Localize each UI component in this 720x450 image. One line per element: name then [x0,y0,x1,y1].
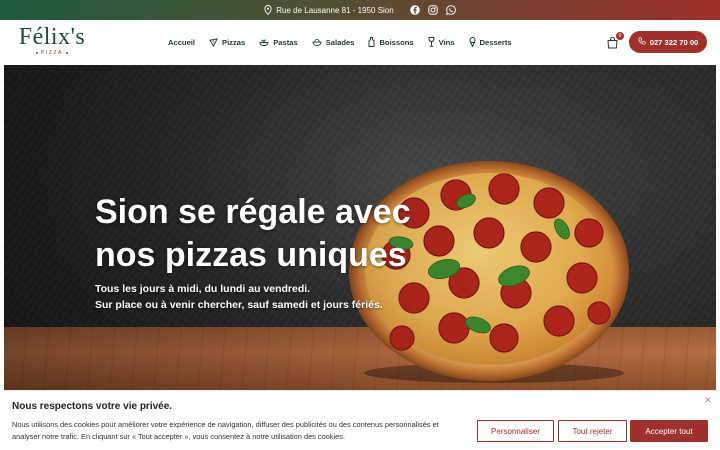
logo[interactable]: Félix's PIZZA [12,24,92,60]
close-icon[interactable]: ✕ [704,395,712,406]
instagram-icon[interactable] [428,5,438,15]
ice-cream-icon [469,37,476,47]
facebook-icon[interactable] [409,5,420,15]
customize-button[interactable]: Personnaliser [477,420,554,442]
hero-title-line: Sion se régale avec [95,193,411,231]
phone-label: 027 322 70 00 [649,37,699,47]
address[interactable]: Rue de Lausanne 81 - 1950 Sion [264,5,394,15]
nav-label: Salades [325,37,355,47]
phone-button[interactable]: 027 322 70 00 [629,31,707,53]
nav-item-vins[interactable]: Vins [428,37,455,47]
hero-subtitle-line: Sur place ou à venir chercher, sauf same… [95,299,383,311]
pasta-icon [259,38,269,47]
bottle-icon [368,37,375,47]
hero-banner: Sion se régale avec nos pizzas uniques T… [4,65,716,390]
nav-item-pizzas[interactable]: Pizzas [209,38,245,47]
nav-item-accueil[interactable]: Accueil [168,38,195,47]
nav-label: Accueil [168,37,196,47]
cookie-text: Nous utilisons des cookies pour améliore… [12,420,439,441]
cart-button[interactable]: 0 [607,32,624,49]
wine-glass-icon [428,37,435,47]
address-text: Rue de Lausanne 81 - 1950 Sion [276,5,394,15]
nav-label: Vins [438,37,455,47]
nav-label: Boissons [379,37,414,47]
cart-count-badge: 0 [616,32,624,40]
nav-label: Pastas [273,37,298,47]
top-info-bar: Rue de Lausanne 81 - 1950 Sion [0,0,720,20]
cookie-banner: ✕ Nous respectons votre vie privée. Nous… [0,390,720,450]
accept-all-button[interactable]: Accepter tout [630,420,708,442]
pizza-slice-icon [209,37,218,47]
nav-item-pastas[interactable]: Pastas [259,38,298,47]
hero-subtitle-line: Tous les jours à midi, du lundi au vendr… [95,283,311,295]
nav-item-desserts[interactable]: Desserts [469,37,512,47]
nav-item-salades[interactable]: Salades [312,37,355,47]
whatsapp-icon[interactable] [445,5,456,15]
nav-label: Pizzas [222,37,246,47]
site-header: Félix's PIZZA Accueil Pizzas Pastas Sala… [0,20,720,64]
hero-subtitle: Tous les jours à midi, du lundi au vendr… [95,281,415,313]
salad-bowl-icon [312,38,322,47]
main-nav: Accueil Pizzas Pastas Salades Boissons V… [168,20,512,64]
location-pin-icon [264,5,272,15]
cookie-title: Nous respectons votre vie privée. [12,401,173,412]
hero-title: Sion se régale avec nos pizzas uniques [95,191,455,277]
reject-all-button[interactable]: Tout rejeter [558,420,627,442]
phone-icon [638,37,646,47]
logo-subtitle: PIZZA [12,50,92,56]
logo-wordmark: Félix's [18,24,86,50]
hero-title-line: nos pizzas uniques [95,236,407,274]
logo-subtitle-text: PIZZA [40,50,64,56]
nav-item-boissons[interactable]: Boissons [368,37,414,47]
nav-label: Desserts [479,37,512,47]
social-links [409,5,456,15]
